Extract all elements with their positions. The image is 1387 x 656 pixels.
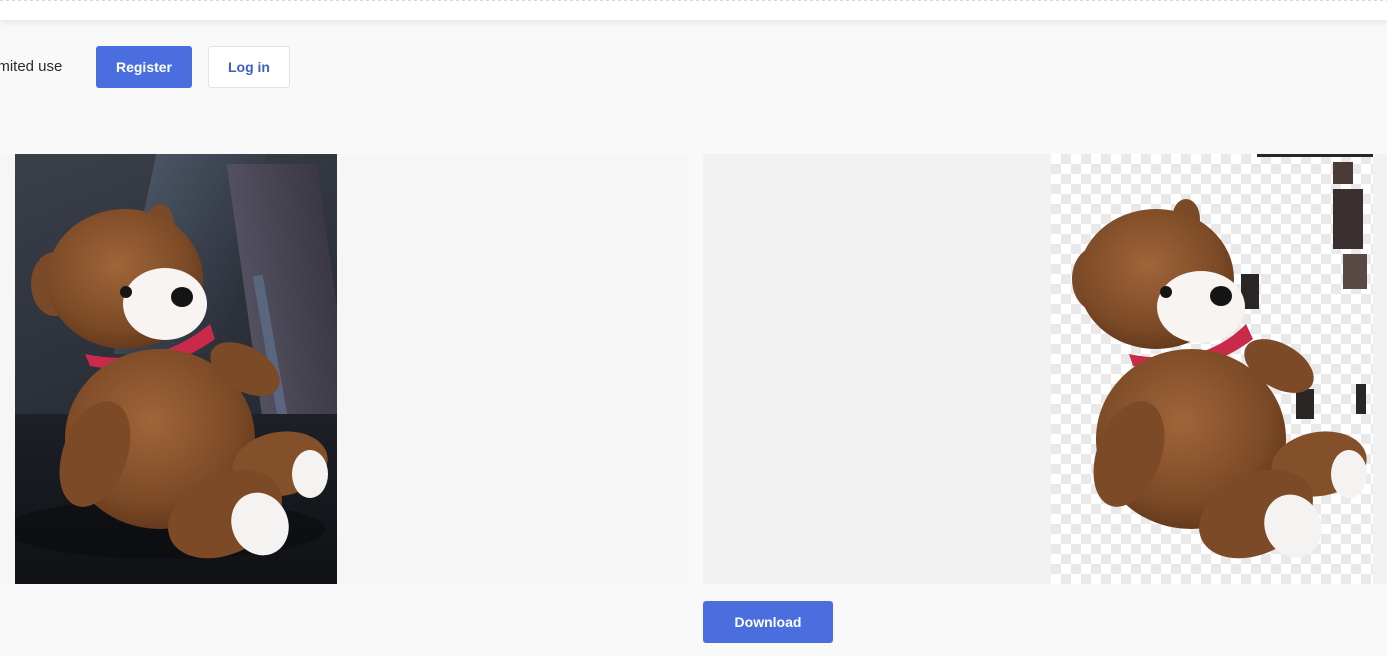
register-button[interactable]: Register: [96, 46, 192, 88]
download-button[interactable]: Download: [703, 601, 833, 643]
login-button[interactable]: Log in: [208, 46, 290, 88]
teddy-bear-illustration: [15, 204, 328, 559]
result-image-panel: [703, 154, 1387, 584]
original-image: [15, 154, 337, 584]
result-image: [1051, 154, 1373, 584]
original-image-panel: [0, 154, 687, 584]
limited-use-text: imited use: [0, 58, 63, 75]
top-header-bar: [0, 0, 1387, 21]
teddy-bear-cutout-illustration: [1072, 199, 1367, 559]
